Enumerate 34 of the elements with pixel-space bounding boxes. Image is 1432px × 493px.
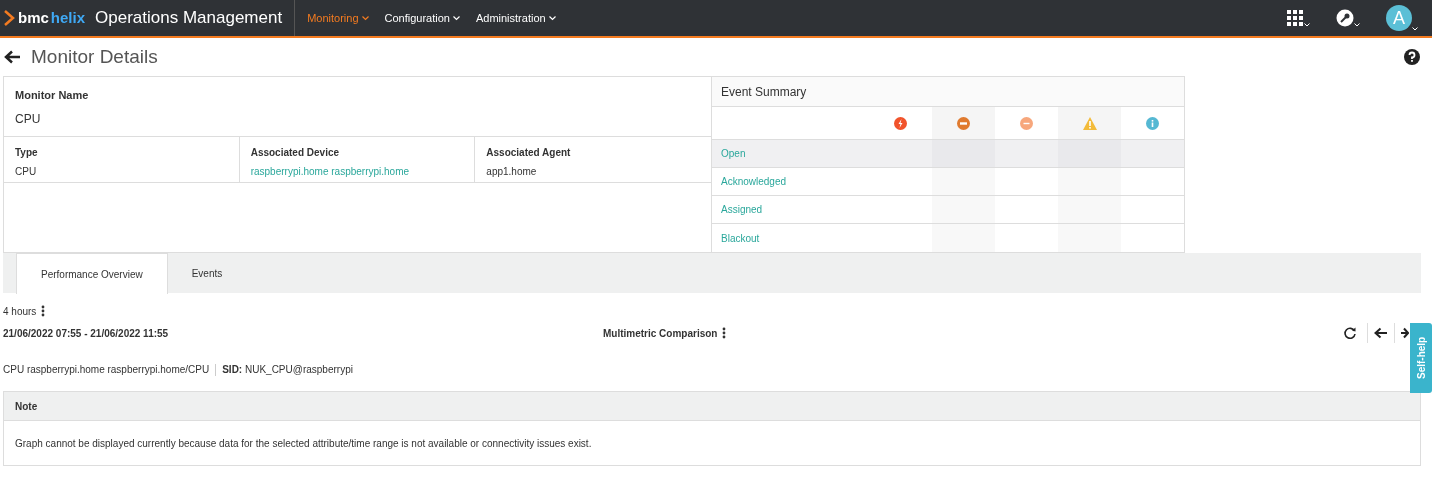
note-title: Note <box>4 392 1420 421</box>
logo-product: helix <box>50 7 86 28</box>
note-text: Graph cannot be displayed currently because data for the selected attribute/time range is not available or connectivity issues exist. <box>14 436 593 451</box>
self-help-tab[interactable]: Self-help <box>1410 323 1432 393</box>
status-link[interactable]: Assigned <box>721 202 763 217</box>
field-label: Associated Agent <box>486 146 572 160</box>
sid-text: SID: NUK_CPU@raspberrypi <box>222 363 353 377</box>
field-label: Associated Device <box>250 146 341 160</box>
event-row[interactable]: Assigned <box>712 196 1184 224</box>
page-title: Monitor Details <box>31 44 158 69</box>
event-row[interactable]: Acknowledged <box>712 168 1184 196</box>
logo-brand: bmc <box>18 7 49 28</box>
status-link[interactable]: Blackout <box>721 230 760 246</box>
nav-menu[interactable]: Monitoring <box>307 9 369 27</box>
event-row[interactable]: Open <box>712 140 1184 168</box>
event-row[interactable]: Blackout <box>712 224 1184 252</box>
app-title: Operations Management <box>95 7 283 30</box>
field-label: Monitor Name <box>15 88 90 103</box>
field-value: CPU <box>15 165 38 179</box>
field-value: CPU <box>15 110 42 128</box>
monitor-path: CPU raspberrypi.home raspberrypi.home/CPU <box>3 363 210 377</box>
field-label: Type <box>15 146 39 160</box>
tab[interactable]: Performance Overview <box>16 253 168 294</box>
user-avatar[interactable]: A <box>1386 5 1412 31</box>
comparison-title: Multimetric Comparison <box>603 326 718 341</box>
field-value: app1.home <box>486 165 538 179</box>
time-period: 21/06/2022 07:55 - 21/06/2022 11:55 <box>3 326 170 341</box>
nav-menu[interactable]: Configuration <box>384 9 460 27</box>
status-link[interactable]: Open <box>721 146 746 161</box>
tab[interactable]: Events <box>167 253 247 293</box>
device-link[interactable]: raspberrypi.home raspberrypi.home <box>250 164 410 179</box>
nav-menu[interactable]: Administration <box>475 9 556 27</box>
time-range: 4 hours <box>3 304 37 319</box>
status-link[interactable]: Acknowledged <box>721 174 787 189</box>
